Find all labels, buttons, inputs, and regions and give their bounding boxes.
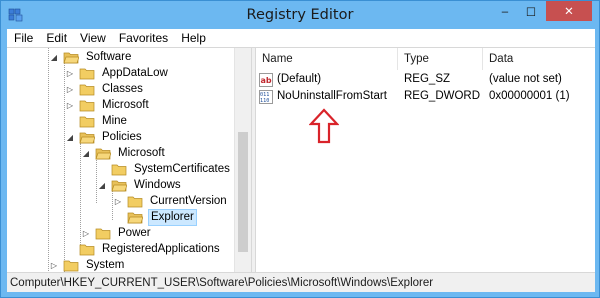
value-type: REG_SZ xyxy=(404,73,451,85)
menu-help[interactable]: Help xyxy=(174,29,212,47)
string-value-icon: ab xyxy=(259,72,273,87)
tree-scrollbar[interactable] xyxy=(234,48,251,273)
menu-edit[interactable]: Edit xyxy=(39,29,73,47)
value-name-cell: ab (Default) xyxy=(259,71,321,88)
collapse-icon[interactable]: ◢ xyxy=(65,132,75,142)
value-row[interactable]: ab (Default) REG_SZ (value not set) xyxy=(256,71,595,88)
svg-text:ab: ab xyxy=(261,76,272,85)
menu-bar: File Edit View Favorites Help xyxy=(7,29,595,47)
tree-node-software[interactable]: ◢ Software xyxy=(49,49,133,65)
minimize-icon: ‒ xyxy=(501,6,509,18)
tree-node-currentversion[interactable]: ▷ CurrentVersion xyxy=(113,193,229,209)
tree-node-label: Mine xyxy=(102,114,127,127)
value-row[interactable]: 011 110 NoUninstallFromStart REG_DWORD 0… xyxy=(256,88,595,105)
menu-favorites[interactable]: Favorites xyxy=(112,29,174,47)
value-name: (Default) xyxy=(277,73,322,85)
tree-node-label: CurrentVersion xyxy=(150,194,227,207)
tree-node-microsoft[interactable]: ▷ Microsoft xyxy=(65,97,151,113)
column-header-type[interactable]: Type xyxy=(398,48,483,70)
value-data: 0x00000001 (1) xyxy=(489,90,570,102)
folder-icon xyxy=(79,100,95,111)
collapse-icon[interactable]: ◢ xyxy=(81,148,91,158)
tree-node-windows[interactable]: ◢ Windows xyxy=(97,177,183,193)
folder-icon xyxy=(63,260,79,271)
tree-node-mine[interactable]: Mine xyxy=(65,113,129,129)
expand-icon[interactable]: ▷ xyxy=(65,68,75,78)
svg-text:110: 110 xyxy=(260,98,269,104)
menu-view[interactable]: View xyxy=(73,29,112,47)
expand-icon[interactable]: ▷ xyxy=(81,228,91,238)
folder-open-icon xyxy=(111,180,127,191)
tree-node-label: Windows xyxy=(134,178,181,191)
collapse-icon[interactable]: ◢ xyxy=(49,52,59,62)
registry-tree: ◢ Software ▷ AppDataLow ▷ Classes ▷ Micr… xyxy=(7,48,251,273)
close-button[interactable]: ✕ xyxy=(546,1,592,21)
tree-node-label: Classes xyxy=(102,82,143,95)
tree-node-label: Explorer xyxy=(148,208,197,226)
tree-node-label: Power xyxy=(118,226,151,239)
tree-node-registeredapplications[interactable]: RegisteredApplications xyxy=(65,241,222,257)
tree-node-classes[interactable]: ▷ Classes xyxy=(65,81,145,97)
folder-icon xyxy=(79,244,95,255)
tree-node-system[interactable]: ▷ System xyxy=(49,257,126,273)
expand-icon[interactable]: ▷ xyxy=(65,100,75,110)
tree-node-policies-microsoft[interactable]: ◢ Microsoft xyxy=(81,145,167,161)
up-arrow-annotation-icon xyxy=(309,108,339,144)
expand-icon[interactable]: ▷ xyxy=(113,196,123,206)
menu-file[interactable]: File xyxy=(7,29,39,47)
tree-node-label: Software xyxy=(86,50,132,63)
title-bar[interactable]: Registry Editor ‒ ☐ ✕ xyxy=(1,1,599,29)
folder-icon xyxy=(79,116,95,127)
folder-icon xyxy=(95,228,111,239)
folder-open-icon xyxy=(63,52,79,63)
tree-node-explorer[interactable]: Explorer xyxy=(113,208,197,226)
column-header-data[interactable]: Data xyxy=(483,48,595,70)
tree-guide-line xyxy=(48,48,49,273)
tree-node-label: Microsoft xyxy=(118,146,165,159)
folder-open-icon xyxy=(127,212,143,223)
column-header-name[interactable]: Name xyxy=(256,48,398,70)
folder-icon xyxy=(79,68,95,79)
folder-icon xyxy=(79,84,95,95)
expander-placeholder xyxy=(65,116,75,126)
folder-icon xyxy=(127,196,143,207)
minimize-button[interactable]: ‒ xyxy=(492,2,518,22)
expander-placeholder xyxy=(97,164,107,174)
tree-node-label: SystemCertificates xyxy=(134,162,230,175)
values-pane: Name Type Data ab (Default) REG_SZ (valu… xyxy=(256,48,595,273)
tree-node-label: System xyxy=(86,258,125,271)
expander-placeholder xyxy=(113,212,123,222)
expander-placeholder xyxy=(65,244,75,254)
expand-icon[interactable]: ▷ xyxy=(49,260,59,270)
tree-node-label: RegisteredApplications xyxy=(102,242,220,255)
status-bar-path: Computer\HKEY_CURRENT_USER\Software\Poli… xyxy=(7,272,595,292)
folder-open-icon xyxy=(79,132,95,143)
tree-node-appdatalow[interactable]: ▷ AppDataLow xyxy=(65,65,170,81)
expand-icon[interactable]: ▷ xyxy=(65,84,75,94)
tree-node-systemcertificates[interactable]: SystemCertificates xyxy=(97,161,232,177)
tree-node-power[interactable]: ▷ Power xyxy=(81,225,153,241)
folder-icon xyxy=(111,164,127,175)
maximize-button[interactable]: ☐ xyxy=(518,2,544,22)
value-name-cell: 011 110 NoUninstallFromStart xyxy=(259,88,387,105)
folder-open-icon xyxy=(95,148,111,159)
main-content: ◢ Software ▷ AppDataLow ▷ Classes ▷ Micr… xyxy=(7,47,595,273)
tree-node-policies[interactable]: ◢ Policies xyxy=(65,129,144,145)
tree-scrollbar-thumb[interactable] xyxy=(238,132,248,252)
close-icon: ✕ xyxy=(564,6,574,18)
tree-node-label: Microsoft xyxy=(102,98,149,111)
collapse-icon[interactable]: ◢ xyxy=(97,180,107,190)
dword-value-icon: 011 110 xyxy=(259,89,273,104)
value-name: NoUninstallFromStart xyxy=(277,90,387,102)
tree-node-label: Policies xyxy=(102,130,142,143)
maximize-icon: ☐ xyxy=(525,7,537,19)
tree-node-label: AppDataLow xyxy=(102,66,168,79)
value-type: REG_DWORD xyxy=(404,90,481,102)
value-data: (value not set) xyxy=(489,73,562,85)
registry-editor-window: Registry Editor ‒ ☐ ✕ File Edit View Fav… xyxy=(0,0,600,298)
